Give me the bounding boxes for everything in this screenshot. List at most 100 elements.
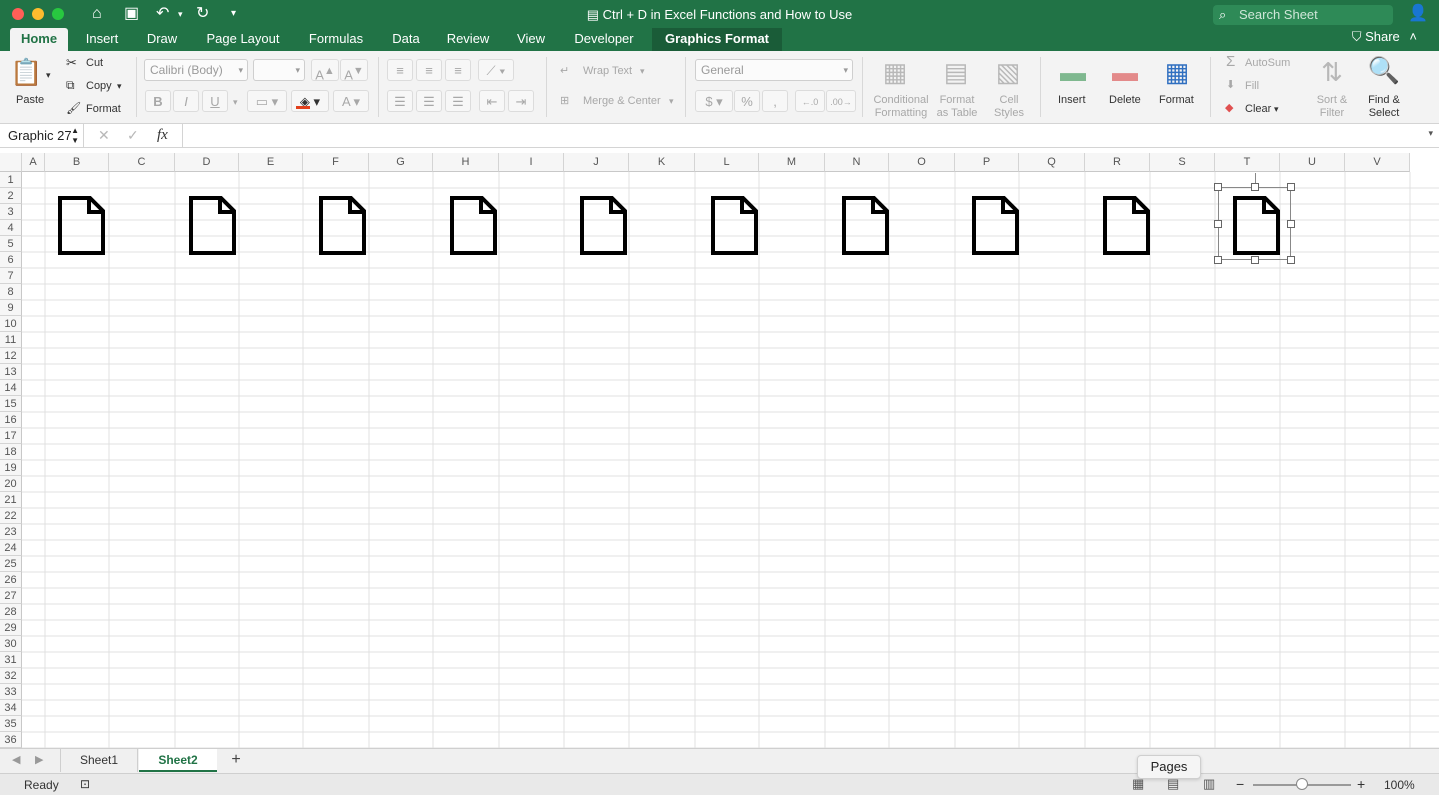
increase-decimal-button[interactable]: ←.0 bbox=[795, 90, 825, 112]
row-header-16[interactable]: 16 bbox=[0, 412, 22, 428]
column-header-r[interactable]: R bbox=[1085, 153, 1150, 172]
font-size-select[interactable]: ▾ bbox=[253, 59, 305, 81]
column-header-g[interactable]: G bbox=[369, 153, 433, 172]
align-right-button[interactable]: ☰ bbox=[445, 90, 471, 112]
row-header-11[interactable]: 11 bbox=[0, 332, 22, 348]
add-sheet-button[interactable]: + bbox=[224, 749, 248, 772]
underline-dropdown-icon[interactable]: ▾ bbox=[233, 96, 238, 109]
tab-data[interactable]: Data bbox=[385, 28, 427, 51]
tab-graphics-format[interactable]: Graphics Format bbox=[652, 28, 782, 51]
row-header-9[interactable]: 9 bbox=[0, 300, 22, 316]
align-center-button[interactable]: ☰ bbox=[416, 90, 442, 112]
column-header-i[interactable]: I bbox=[499, 153, 564, 172]
column-header-q[interactable]: Q bbox=[1019, 153, 1085, 172]
chevron-down-icon[interactable]: ▾ bbox=[1274, 103, 1279, 116]
document-icon[interactable] bbox=[188, 195, 238, 257]
row-header-10[interactable]: 10 bbox=[0, 316, 22, 332]
column-header-p[interactable]: P bbox=[955, 153, 1019, 172]
format-painter-button[interactable]: Format bbox=[86, 103, 121, 116]
paste-icon[interactable]: 📋 bbox=[10, 57, 42, 87]
tab-draw[interactable]: Draw bbox=[140, 28, 184, 51]
underline-button[interactable]: U bbox=[202, 90, 228, 112]
cell-styles-button[interactable]: Cell Styles bbox=[990, 94, 1028, 120]
row-header-13[interactable]: 13 bbox=[0, 364, 22, 380]
row-header-32[interactable]: 32 bbox=[0, 668, 22, 684]
row-header-22[interactable]: 22 bbox=[0, 508, 22, 524]
increase-indent-button[interactable]: ⇥ bbox=[508, 90, 534, 112]
orientation-button[interactable]: ⟋ ▾ bbox=[478, 59, 514, 81]
comma-style-button[interactable]: , bbox=[762, 90, 788, 112]
zoom-slider-thumb[interactable] bbox=[1296, 778, 1308, 790]
decrease-indent-button[interactable]: ⇤ bbox=[479, 90, 505, 112]
tab-home[interactable]: Home bbox=[10, 28, 68, 51]
resize-handle[interactable] bbox=[1214, 219, 1222, 228]
paste-dropdown-icon[interactable]: ▾ bbox=[46, 69, 51, 82]
autosum-button[interactable]: AutoSum bbox=[1245, 57, 1290, 70]
paste-button[interactable]: Paste bbox=[16, 94, 44, 107]
document-icon[interactable] bbox=[57, 195, 107, 257]
row-header-28[interactable]: 28 bbox=[0, 604, 22, 620]
resize-handle[interactable] bbox=[1214, 183, 1222, 191]
copy-button[interactable]: Copy bbox=[86, 80, 112, 93]
tab-view[interactable]: View bbox=[511, 28, 551, 51]
row-header-20[interactable]: 20 bbox=[0, 476, 22, 492]
spreadsheet-grid[interactable]: ABCDEFGHIJKLMNOPQRSTUV 1 2 3 4 5 6 7 8 9 10 11 12 13… bbox=[0, 153, 1439, 748]
resize-handle[interactable] bbox=[1287, 219, 1295, 228]
column-header-j[interactable]: J bbox=[564, 153, 629, 172]
format-as-table-button[interactable]: Format as Table bbox=[933, 94, 981, 120]
row-header-17[interactable]: 17 bbox=[0, 428, 22, 444]
row-header-15[interactable]: 15 bbox=[0, 396, 22, 412]
currency-button[interactable]: $ ▾ bbox=[695, 90, 733, 112]
fill-button[interactable]: Fill bbox=[1245, 80, 1259, 93]
align-middle-button[interactable]: ≡ bbox=[416, 59, 442, 81]
share-button[interactable]: ⛉ Share ˄ bbox=[1352, 29, 1417, 45]
expand-formula-icon[interactable]: ▾ bbox=[1428, 128, 1433, 139]
row-header-8[interactable]: 8 bbox=[0, 284, 22, 300]
macro-record-icon[interactable]: ⊡ bbox=[80, 777, 90, 791]
column-header-n[interactable]: N bbox=[825, 153, 889, 172]
row-header-34[interactable]: 34 bbox=[0, 700, 22, 716]
row-header-23[interactable]: 23 bbox=[0, 524, 22, 540]
tab-insert[interactable]: Insert bbox=[78, 28, 126, 51]
row-header-26[interactable]: 26 bbox=[0, 572, 22, 588]
align-top-button[interactable]: ≡ bbox=[387, 59, 413, 81]
zoom-out-button[interactable]: − bbox=[1236, 776, 1244, 792]
column-header-v[interactable]: V bbox=[1345, 153, 1410, 172]
column-header-b[interactable]: B bbox=[45, 153, 109, 172]
tab-page-layout[interactable]: Page Layout bbox=[199, 28, 287, 51]
row-header-29[interactable]: 29 bbox=[0, 620, 22, 636]
column-header-f[interactable]: F bbox=[303, 153, 369, 172]
select-all-corner[interactable] bbox=[0, 153, 22, 172]
merge-center-button[interactable]: Merge & Center bbox=[583, 95, 661, 108]
chevron-down-icon[interactable]: ▾ bbox=[640, 65, 645, 78]
sheet-tab-sheet2[interactable]: Sheet2 bbox=[139, 749, 217, 772]
find-select-button[interactable]: Find & Select bbox=[1364, 94, 1404, 120]
scroll-left-icon[interactable]: ◀ bbox=[12, 753, 20, 766]
enter-icon[interactable]: ✓ bbox=[127, 127, 139, 144]
row-header-5[interactable]: 5 bbox=[0, 236, 22, 252]
copy-dropdown-icon[interactable]: ▾ bbox=[117, 80, 122, 93]
document-icon[interactable] bbox=[449, 195, 499, 257]
stepper-icon[interactable]: ▲ ▼ bbox=[71, 124, 79, 146]
row-header-19[interactable]: 19 bbox=[0, 460, 22, 476]
resize-handle[interactable] bbox=[1287, 256, 1295, 264]
selection-frame[interactable] bbox=[1218, 187, 1291, 260]
column-header-c[interactable]: C bbox=[109, 153, 175, 172]
account-icon[interactable]: 👤 bbox=[1408, 5, 1428, 23]
row-header-24[interactable]: 24 bbox=[0, 540, 22, 556]
column-header-s[interactable]: S bbox=[1150, 153, 1215, 172]
chevron-down-icon[interactable]: ▾ bbox=[669, 95, 674, 108]
document-icon[interactable] bbox=[971, 195, 1021, 257]
name-box[interactable]: Graphic 27 ▲ ▼ bbox=[0, 124, 84, 147]
column-header-m[interactable]: M bbox=[759, 153, 825, 172]
number-format-select[interactable]: General ▾ bbox=[695, 59, 853, 81]
cut-button[interactable]: Cut bbox=[86, 57, 103, 70]
row-header-18[interactable]: 18 bbox=[0, 444, 22, 460]
column-header-k[interactable]: K bbox=[629, 153, 695, 172]
conditional-formatting-button[interactable]: Conditional Formatting bbox=[872, 94, 930, 120]
resize-handle[interactable] bbox=[1214, 256, 1222, 264]
row-header-3[interactable]: 3 bbox=[0, 204, 22, 220]
wrap-text-button[interactable]: Wrap Text bbox=[583, 65, 632, 78]
page-break-view-icon[interactable]: ▥ bbox=[1203, 776, 1215, 792]
scroll-right-icon[interactable]: ▶ bbox=[35, 753, 43, 766]
